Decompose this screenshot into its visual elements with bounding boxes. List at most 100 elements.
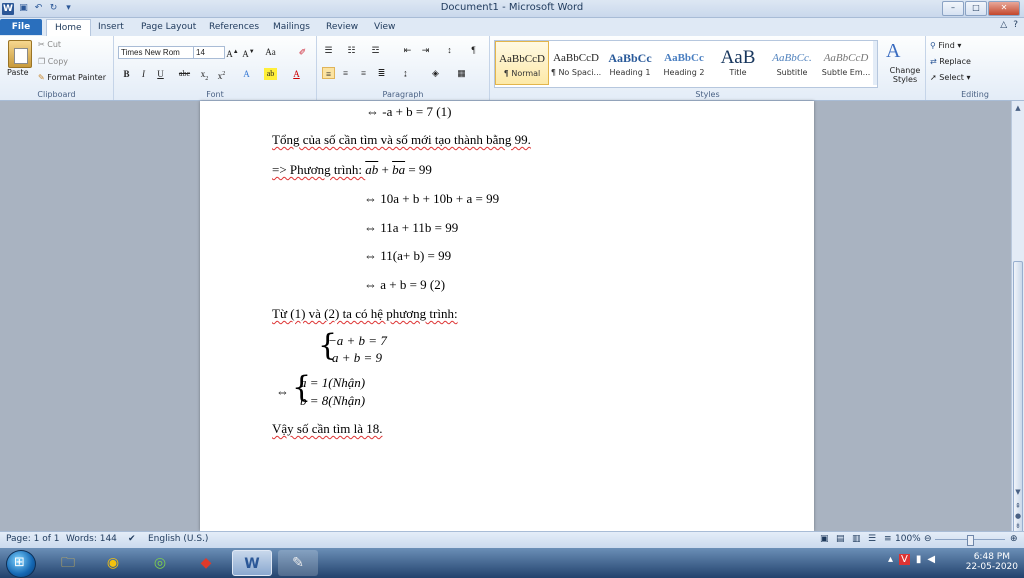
decrease-indent-icon[interactable]: ⇤ [401, 44, 414, 56]
increase-indent-icon[interactable]: ⇥ [419, 44, 432, 56]
change-styles-button[interactable]: Change Styles [888, 66, 922, 84]
tab-mailings[interactable]: Mailings [273, 19, 310, 35]
shrink-font-icon[interactable]: A▼ [242, 46, 255, 59]
minimize-button[interactable]: – [942, 1, 964, 16]
garena-icon[interactable]: ◆ [186, 550, 226, 576]
underline-icon[interactable]: U [154, 68, 167, 80]
grow-font-icon[interactable]: A▲ [226, 46, 239, 59]
close-button[interactable]: ✕ [988, 1, 1020, 16]
clock[interactable]: 6:48 PM 22-05-2020 [966, 552, 1018, 572]
scroll-down-icon[interactable]: ▼ [1013, 487, 1023, 497]
print-layout-icon[interactable]: ▣ [820, 534, 829, 544]
copy-button[interactable]: ❐ Copy [38, 57, 68, 66]
show-formatting-icon[interactable]: ¶ [467, 44, 480, 56]
page-count[interactable]: Page: 1 of 1 [6, 534, 60, 544]
style-name: Heading 2 [663, 68, 705, 77]
numbering-icon[interactable]: ☷ [345, 44, 358, 56]
vertical-scrollbar[interactable]: ▲ ▼ ⇞ ● ⇟ [1011, 101, 1024, 536]
outline-icon[interactable]: ☰ [868, 534, 876, 544]
paste-icon[interactable] [8, 40, 32, 68]
subscript-icon[interactable]: x2 [198, 68, 211, 82]
tab-home[interactable]: Home [46, 19, 91, 36]
styles-scroll[interactable] [873, 41, 877, 85]
styles-gallery: AaBbCcD ¶ Normal AaBbCcD ¶ No Spaci... A… [494, 40, 878, 88]
style-title[interactable]: AaB Title [711, 41, 765, 85]
full-screen-reading-icon[interactable]: ▤ [836, 534, 845, 544]
superscript-icon[interactable]: x2 [215, 68, 228, 81]
align-center-icon[interactable]: ≡ [339, 67, 352, 79]
select-label: Select [939, 73, 964, 82]
start-button[interactable] [6, 550, 36, 578]
clear-formatting-icon[interactable]: ✐ [296, 46, 309, 58]
next-page-icon[interactable]: ⇟ [1013, 521, 1023, 531]
select-button[interactable]: ➚ Select ▾ [930, 73, 971, 82]
borders-icon[interactable]: ▦ [455, 67, 468, 79]
find-button[interactable]: ⚲ Find ▾ [930, 41, 961, 50]
font-name-combo[interactable]: Times New Rom [118, 46, 194, 59]
style-normal[interactable]: AaBbCcD ¶ Normal [495, 41, 549, 85]
change-styles-icon[interactable]: A [886, 40, 900, 63]
paste-button[interactable]: Paste [7, 68, 29, 77]
app-green-icon[interactable]: ◎ [140, 550, 180, 576]
explorer-icon[interactable]: 🗀 [48, 550, 88, 576]
tab-view[interactable]: View [374, 19, 395, 35]
zoom-out-icon[interactable]: ⊖ [924, 534, 932, 544]
help-icon[interactable]: ? [1013, 20, 1018, 30]
maximize-button[interactable]: □ [965, 1, 987, 16]
italic-icon[interactable]: I [137, 68, 150, 80]
style-no-spacing[interactable]: AaBbCcD ¶ No Spaci... [549, 41, 603, 85]
align-right-icon[interactable]: ≡ [357, 67, 370, 79]
line-spacing-icon[interactable]: ↨ [399, 67, 412, 79]
web-layout-icon[interactable]: ▥ [852, 534, 861, 544]
font-color-icon[interactable]: A [290, 68, 303, 80]
style-subtle-emphasis[interactable]: AaBbCcD Subtle Em... [819, 41, 873, 85]
ribbon-minimize-icon[interactable]: △ [1000, 20, 1007, 30]
copy-icon: ❐ [38, 57, 46, 66]
change-case-icon[interactable]: Aa [264, 46, 277, 58]
strikethrough-icon[interactable]: abc [178, 68, 191, 80]
browse-object-icon[interactable]: ● [1013, 511, 1023, 521]
document-page[interactable]: ⇔ -a + b = 7 (1) Tổng của số cần tìm và … [200, 101, 814, 531]
bullets-icon[interactable]: ☰ [322, 44, 335, 56]
style-heading-2[interactable]: AaBbCc Heading 2 [657, 41, 711, 85]
replace-button[interactable]: ⇄ Replace [930, 57, 971, 66]
system-2-row-1: a = 1(Nhận) [300, 375, 366, 390]
word-taskbar-icon[interactable]: W [232, 550, 272, 576]
tab-references[interactable]: References [209, 19, 259, 35]
proofing-icon[interactable]: ✔ [128, 534, 136, 544]
unikey-icon[interactable]: V [899, 554, 910, 565]
text-effects-icon[interactable]: A [240, 68, 253, 80]
align-left-icon[interactable]: ≡ [322, 67, 335, 79]
sort-icon[interactable]: ↕ [443, 44, 456, 56]
zoom-in-icon[interactable]: ⊕ [1010, 534, 1018, 544]
word-count[interactable]: Words: 144 [66, 534, 117, 544]
cut-button[interactable]: ✂ Cut [38, 40, 61, 49]
format-painter-label: Format Painter [47, 73, 106, 82]
style-heading-1[interactable]: AaBbCc Heading 1 [603, 41, 657, 85]
style-subtitle[interactable]: AaBbCc. Subtitle [765, 41, 819, 85]
justify-icon[interactable]: ≣ [375, 67, 388, 79]
prev-page-icon[interactable]: ⇞ [1013, 501, 1023, 511]
paint-icon[interactable]: ✎ [278, 550, 318, 576]
shading-icon[interactable]: ◈ [429, 67, 442, 79]
language[interactable]: English (U.S.) [148, 534, 208, 544]
paragraph-system: Từ (1) và (2) ta có hệ phương trình: [272, 306, 458, 321]
format-painter-button[interactable]: ✎ Format Painter [38, 73, 106, 82]
scroll-up-icon[interactable]: ▲ [1013, 103, 1023, 113]
tab-page-layout[interactable]: Page Layout [141, 19, 196, 35]
style-name: ¶ Normal [503, 69, 541, 78]
multilevel-list-icon[interactable]: ☲ [369, 44, 382, 56]
tab-insert[interactable]: Insert [98, 19, 124, 35]
tab-file[interactable]: File [0, 19, 42, 35]
highlight-icon[interactable]: ab [264, 68, 277, 80]
tab-review[interactable]: Review [326, 19, 358, 35]
zoom-slider-knob[interactable] [967, 535, 974, 546]
font-size-combo[interactable]: 14 [193, 46, 225, 59]
bold-icon[interactable]: B [120, 68, 133, 80]
draft-icon[interactable]: ≡ [884, 534, 892, 544]
volume-icon[interactable]: ◀ [927, 554, 935, 565]
zoom-level[interactable]: 100% [895, 534, 921, 544]
chrome-icon[interactable]: ◉ [93, 550, 133, 576]
network-icon[interactable]: ▮ [916, 554, 922, 565]
tray-arrow-icon[interactable]: ▴ [888, 554, 893, 565]
